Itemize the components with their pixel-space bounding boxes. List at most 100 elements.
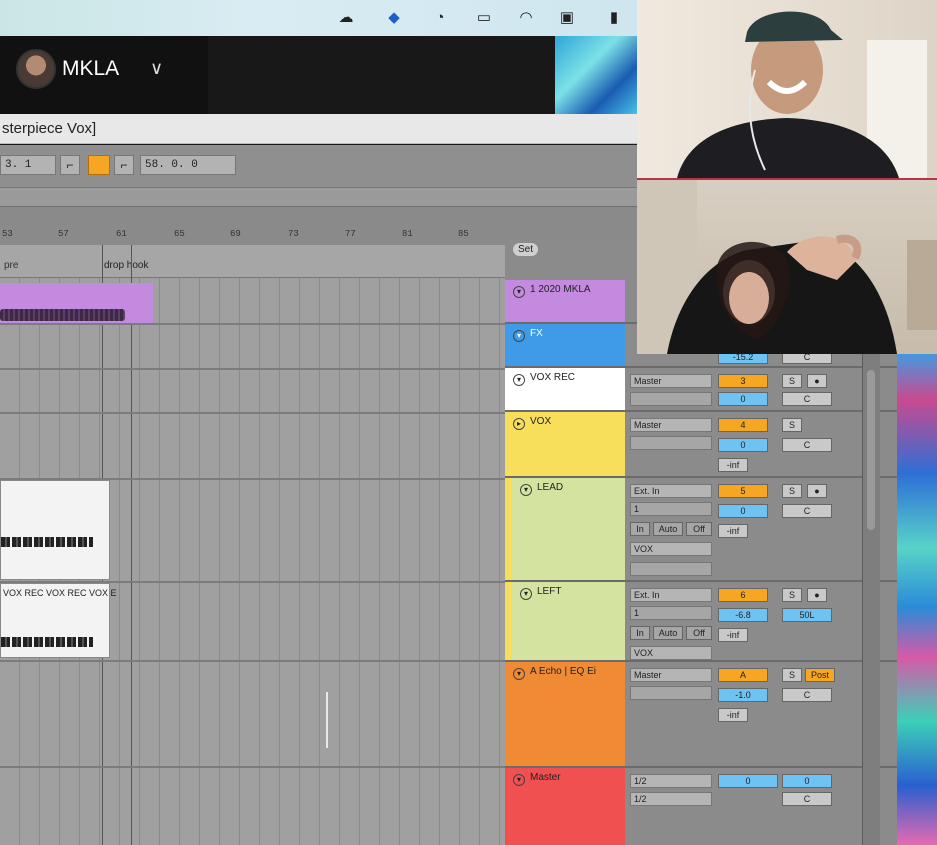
track-number[interactable]: 5 — [718, 484, 768, 498]
solo-button[interactable]: S — [782, 668, 802, 682]
track-row[interactable]: ▾ LEAD Ext. In 1 In Auto Off VOX 5 S ● 0 … — [505, 478, 897, 582]
solo-button[interactable]: S — [782, 484, 802, 498]
solo-button[interactable]: S — [782, 418, 802, 432]
loop-length-field[interactable]: 58. 0. 0 — [140, 155, 236, 175]
arm-button[interactable]: ● — [807, 588, 827, 602]
pan-field[interactable]: C — [782, 438, 832, 452]
audio-app-icon[interactable]: ◆ — [384, 9, 404, 27]
output-routing[interactable]: Master — [630, 374, 712, 388]
arrangement-view[interactable]: VOX REC VOX REC VOX E — [0, 245, 505, 845]
monitor-in-button[interactable]: In — [630, 522, 650, 536]
track-name-cell[interactable]: ▾ A Echo | EQ Ei — [505, 662, 625, 766]
volume-field[interactable]: 0 — [782, 774, 832, 788]
punch-in-icon[interactable]: ⌐ — [60, 155, 80, 175]
chevron-down-icon[interactable]: ∨ — [150, 58, 163, 79]
webcam-tile-1[interactable] — [637, 0, 937, 178]
fold-icon[interactable]: ▾ — [513, 668, 525, 680]
fold-icon[interactable]: ▾ — [513, 330, 525, 342]
track-row[interactable]: ▾ Master 1/2 1/2 0 0 C — [505, 768, 897, 845]
audio-clip-left[interactable]: VOX REC VOX REC VOX E — [0, 583, 117, 658]
fold-icon[interactable]: ▾ — [513, 774, 525, 786]
creative-cloud-icon[interactable]: ☁ — [336, 9, 356, 27]
fold-icon[interactable]: ▾ — [520, 588, 532, 600]
fold-icon[interactable]: ▾ — [520, 484, 532, 496]
fold-icon[interactable]: ▾ — [513, 374, 525, 386]
loop-start-field[interactable]: 3. 1 — [0, 155, 56, 175]
output-routing[interactable]: VOX — [630, 646, 712, 660]
audio-clip-lead[interactable] — [0, 480, 110, 580]
track-name-cell[interactable]: ▾ 1 2020 MKLA — [505, 280, 625, 322]
input-routing[interactable]: Ext. In — [630, 588, 712, 602]
pan-field[interactable]: C — [782, 504, 832, 518]
webcam-tile-2[interactable] — [637, 178, 937, 354]
fold-icon[interactable]: ▸ — [513, 418, 525, 430]
track-number[interactable]: A — [718, 668, 768, 682]
output-channel[interactable] — [630, 686, 712, 700]
track-name-cell[interactable]: ▸ VOX — [505, 412, 625, 476]
audio-clip-mkla[interactable] — [0, 283, 153, 323]
clock-icon[interactable]: ◔ — [430, 9, 450, 27]
output-channel[interactable] — [630, 562, 712, 576]
track-number[interactable]: 3 — [718, 374, 768, 388]
pan-field[interactable]: C — [782, 792, 832, 806]
avatar[interactable] — [16, 49, 56, 89]
output-routing[interactable]: Master — [630, 418, 712, 432]
track-row[interactable]: ▾ VOX REC Master 3 S ● 0 C — [505, 368, 897, 412]
battery-icon[interactable]: ▮ — [604, 9, 624, 27]
solo-button[interactable]: S — [782, 374, 802, 388]
airplay-icon[interactable]: ▭ — [474, 9, 494, 27]
input-routing[interactable]: Ext. In — [630, 484, 712, 498]
track-number[interactable]: 4 — [718, 418, 768, 432]
shared-screen-thumbnail[interactable] — [555, 36, 637, 114]
track-number[interactable]: 6 — [718, 588, 768, 602]
track-row[interactable]: ▾ LEFT Ext. In 1 In Auto Off VOX 6 S ● -6… — [505, 582, 897, 662]
locator-drop-hook[interactable]: drop hook — [104, 260, 148, 271]
display-icon[interactable]: ▣ — [557, 9, 577, 27]
input-channel[interactable]: 1 — [630, 606, 712, 620]
pan-field[interactable]: C — [782, 688, 832, 702]
fade-handle[interactable] — [326, 692, 328, 748]
track-row[interactable]: ▾ A Echo | EQ Ei Master A S Post -1.0 C -… — [505, 662, 897, 768]
track-name-cell[interactable]: ▾ LEFT — [505, 582, 625, 660]
arm-button[interactable]: ● — [807, 484, 827, 498]
user-name[interactable]: MKLA — [62, 57, 119, 81]
arrangement-overview[interactable] — [0, 187, 637, 207]
volume-field[interactable]: -6.8 — [718, 608, 768, 622]
post-button[interactable]: Post — [805, 668, 835, 682]
monitor-off-button[interactable]: Off — [686, 522, 712, 536]
monitor-in-button[interactable]: In — [630, 626, 650, 640]
track-name-cell[interactable]: ▾ LEAD — [505, 478, 625, 580]
set-button[interactable]: Set — [513, 243, 539, 256]
output-routing[interactable]: Master — [630, 668, 712, 682]
master-routing[interactable]: 1/2 — [630, 792, 712, 806]
output-channel[interactable] — [630, 436, 712, 450]
cue-volume[interactable]: 0 — [718, 774, 778, 788]
solo-button[interactable]: S — [782, 588, 802, 602]
wifi-icon[interactable]: ◠ — [516, 9, 536, 27]
scroll-thumb[interactable] — [867, 370, 875, 530]
vertical-scrollbar[interactable] — [862, 350, 880, 845]
cue-routing[interactable]: 1/2 — [630, 774, 712, 788]
track-name-cell[interactable]: ▾ Master — [505, 768, 625, 845]
arm-button[interactable]: ● — [807, 374, 827, 388]
track-name-cell[interactable]: ▾ FX — [505, 324, 625, 366]
loop-button[interactable] — [88, 155, 110, 175]
punch-out-icon[interactable]: ⌐ — [114, 155, 134, 175]
input-channel[interactable]: 1 — [630, 502, 712, 516]
pan-field[interactable]: C — [782, 392, 832, 406]
monitor-auto-button[interactable]: Auto — [653, 522, 683, 536]
locator-lane[interactable]: pre drop hook — [0, 245, 505, 278]
fold-icon[interactable]: ▾ — [513, 286, 525, 298]
track-name-cell[interactable]: ▾ VOX REC — [505, 368, 625, 410]
locator-pre[interactable]: pre — [4, 260, 18, 271]
track-row[interactable]: ▸ VOX Master 4 S 0 C -inf — [505, 412, 897, 478]
volume-field[interactable]: 0 — [718, 504, 768, 518]
volume-field[interactable]: -1.0 — [718, 688, 768, 702]
output-routing[interactable]: VOX — [630, 542, 712, 556]
volume-field[interactable]: 0 — [718, 392, 768, 406]
monitor-auto-button[interactable]: Auto — [653, 626, 683, 640]
volume-field[interactable]: 0 — [718, 438, 768, 452]
output-channel[interactable] — [630, 392, 712, 406]
monitor-off-button[interactable]: Off — [686, 626, 712, 640]
pan-field[interactable]: 50L — [782, 608, 832, 622]
